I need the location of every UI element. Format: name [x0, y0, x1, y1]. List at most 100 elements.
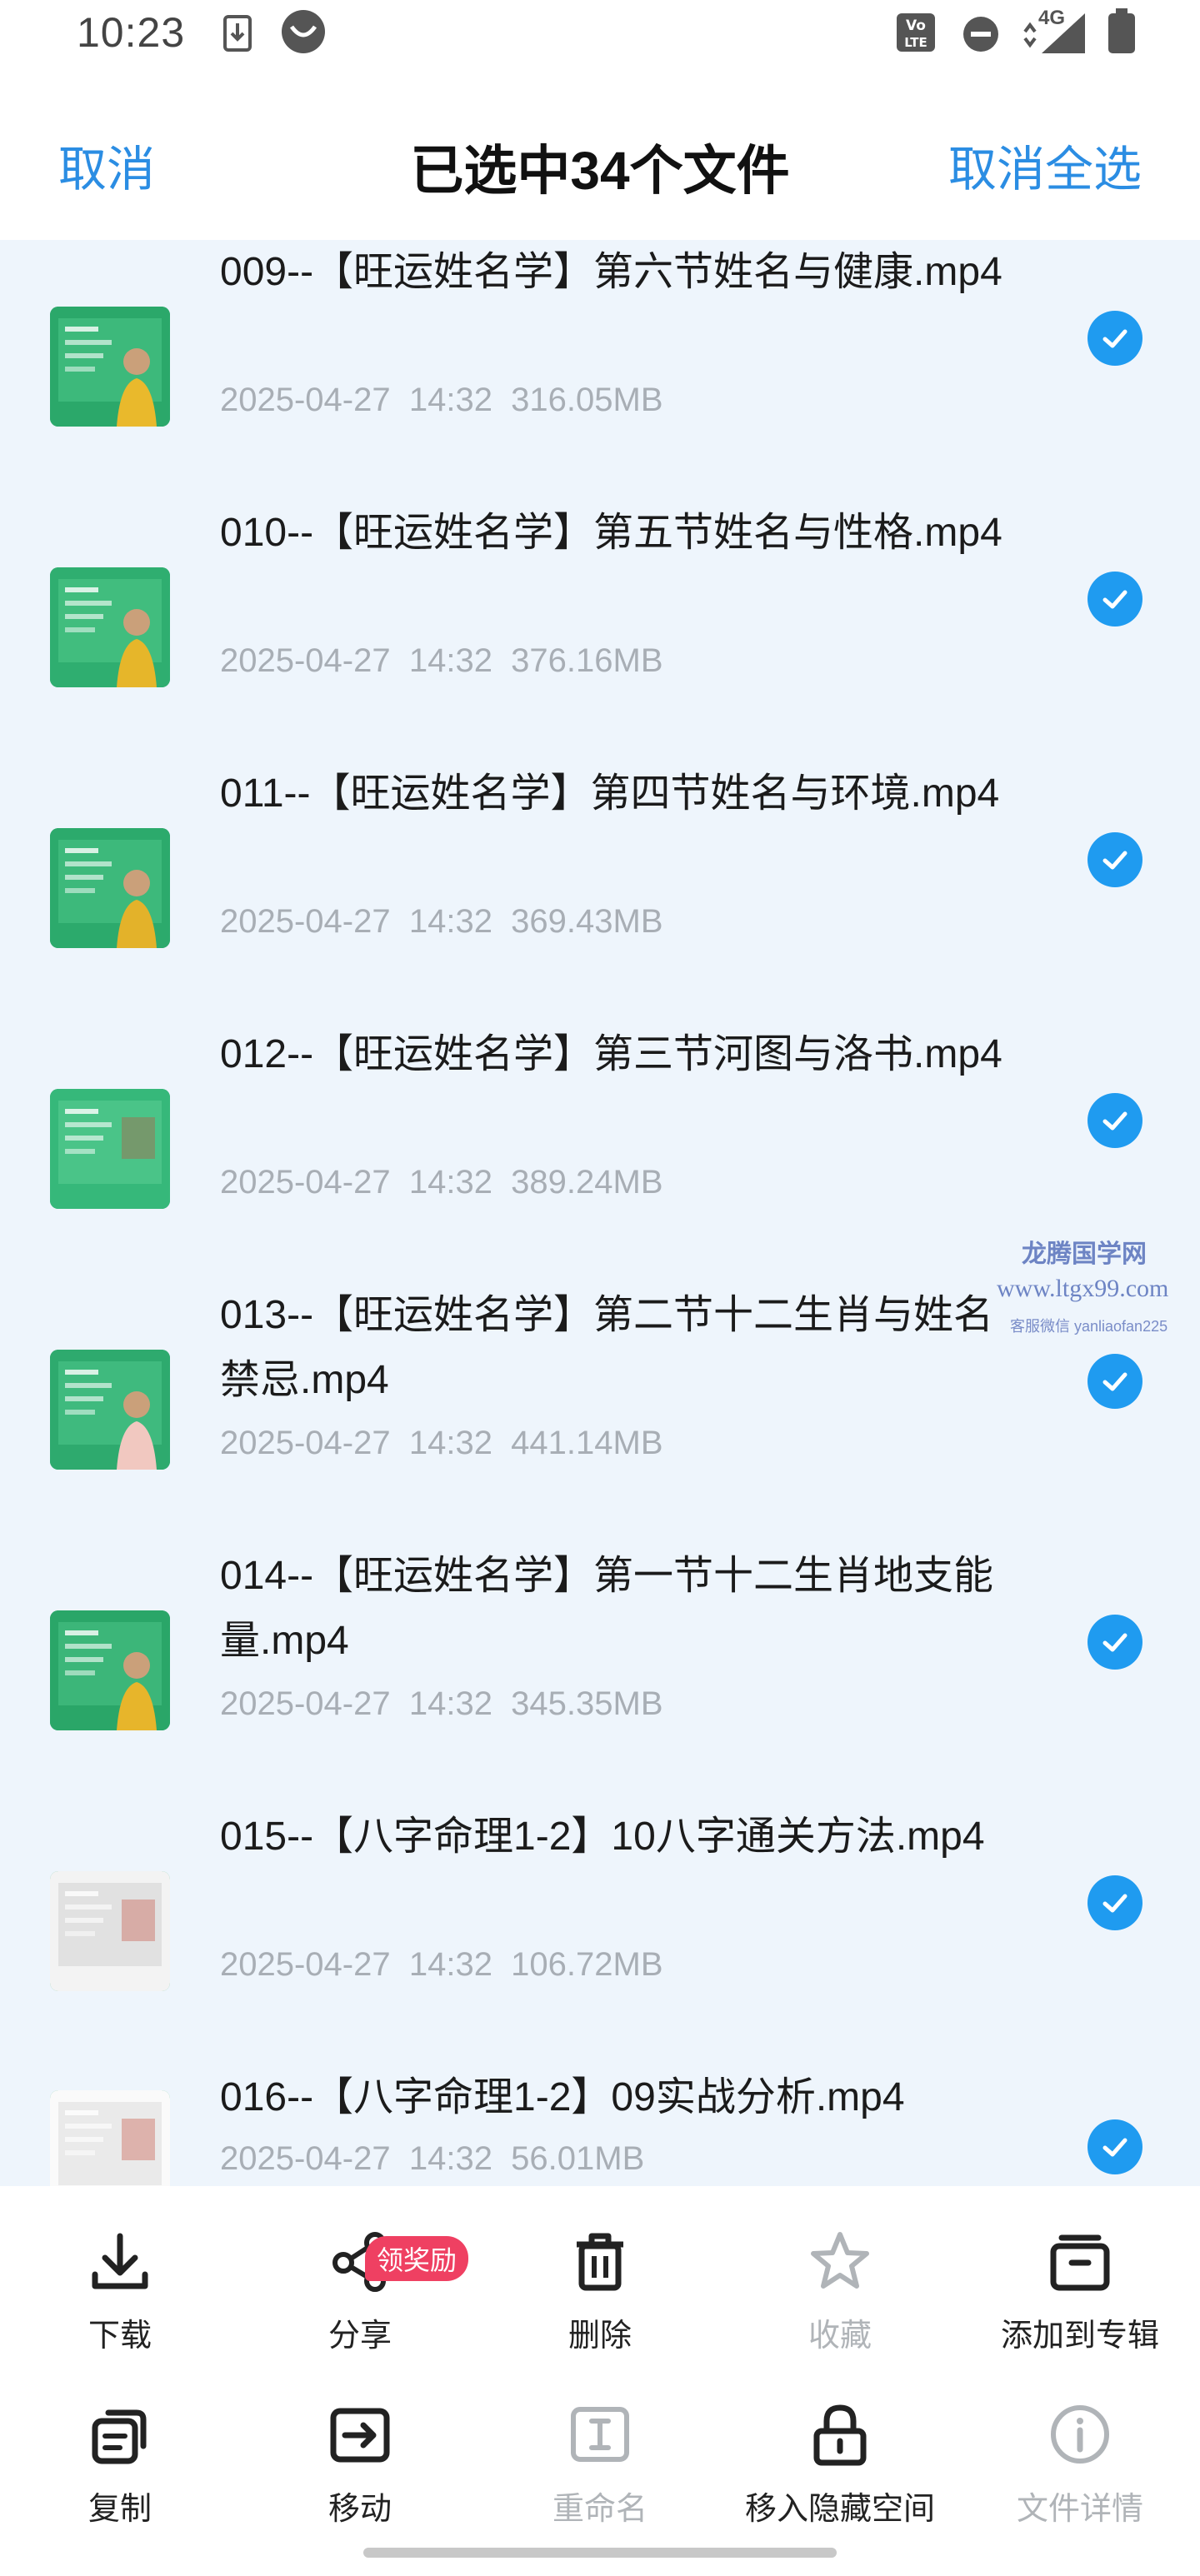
- bottom-action-bar: 下载 领奖励 分享 删除 收藏 添加到专辑 复制 移动 重命名 移入隐藏空间 文…: [0, 2186, 1200, 2576]
- delete-button[interactable]: 删除: [480, 2211, 720, 2369]
- move-button[interactable]: 移动: [240, 2384, 480, 2543]
- video-thumbnail: [50, 567, 170, 687]
- file-row[interactable]: 011--【旺运姓名学】第四节姓名与环境.mp4 2025-04-27 14:3…: [0, 711, 1200, 972]
- reward-badge: 领奖励: [365, 2236, 469, 2281]
- file-meta: 2025-04-27 14:32 345.35MB: [220, 1685, 663, 1723]
- watermark-url: www.ltgx99.com: [997, 1275, 1169, 1302]
- checkmark-icon: [1102, 2138, 1128, 2157]
- checkmark-icon: [1102, 329, 1128, 348]
- file-date: 2025-04-27 14:32: [220, 1164, 492, 1201]
- checkmark-icon: [1102, 1894, 1128, 1913]
- share-label: 分享: [328, 2319, 392, 2354]
- video-thumbnail: [50, 307, 170, 427]
- file-name: 015--【八字命理1-2】10八字通关方法.mp4: [220, 1815, 985, 1859]
- selected-checkbox[interactable]: [1088, 572, 1142, 627]
- file-name: 013--【旺运姓名学】第二节十二生肖与姓名禁忌.mp4: [220, 1293, 994, 1402]
- video-thumbnail: [50, 1871, 170, 1991]
- copy-label: 复制: [88, 2492, 152, 2527]
- file-row[interactable]: 009--【旺运姓名学】第六节姓名与健康.mp4 2025-04-27 14:3…: [0, 240, 1200, 451]
- download-button[interactable]: 下载: [0, 2211, 240, 2369]
- file-date: 2025-04-27 14:32: [220, 382, 492, 418]
- rename-button[interactable]: 重命名: [480, 2384, 720, 2543]
- file-name: 012--【旺运姓名学】第三节河图与洛书.mp4: [220, 1032, 1002, 1076]
- file-name: 010--【旺运姓名学】第五节姓名与性格.mp4: [220, 511, 1002, 555]
- file-name: 009--【旺运姓名学】第六节姓名与健康.mp4: [220, 250, 1002, 294]
- video-thumbnail: [50, 2090, 170, 2186]
- selected-checkbox[interactable]: [1088, 1875, 1142, 1930]
- home-indicator[interactable]: [363, 2548, 837, 2558]
- download-icon: [92, 2233, 148, 2289]
- app-notification-icon: [282, 10, 325, 53]
- trash-icon: [577, 2233, 623, 2291]
- selected-checkbox[interactable]: [1088, 832, 1142, 887]
- file-details-label: 文件详情: [1016, 2492, 1143, 2527]
- file-date: 2025-04-27 14:32: [220, 2140, 492, 2177]
- video-thumbnail: [50, 1089, 170, 1209]
- do-not-disturb-icon: [963, 17, 998, 52]
- download-label: 下载: [88, 2319, 152, 2354]
- selected-checkbox[interactable]: [1088, 1354, 1142, 1409]
- share-button[interactable]: 领奖励 分享: [240, 2211, 480, 2369]
- video-thumbnail: [50, 828, 170, 948]
- lock-icon: [813, 2404, 867, 2466]
- add-to-album-button[interactable]: 添加到专辑: [960, 2211, 1200, 2369]
- rename-label: 重命名: [552, 2492, 648, 2527]
- file-name: 014--【旺运姓名学】第一节十二生肖地支能量.mp4: [220, 1554, 994, 1663]
- file-date: 2025-04-27 14:32: [220, 1425, 492, 1461]
- move-icon: [330, 2408, 390, 2463]
- selection-header: 取消 已选中34个文件 取消全选: [0, 67, 1200, 240]
- checkmark-icon: [1102, 1372, 1128, 1391]
- volte-icon: Vo LTE: [897, 13, 935, 52]
- file-list-content: 009--【旺运姓名学】第六节姓名与健康.mp4 2025-04-27 14:3…: [0, 240, 1200, 2186]
- file-name: 016--【八字命理1-2】09实战分析.mp4: [220, 2075, 905, 2119]
- checkmark-icon: [1102, 590, 1128, 609]
- file-meta: 2025-04-27 14:32 376.16MB: [220, 642, 663, 680]
- rename-icon: [571, 2407, 629, 2462]
- file-date: 2025-04-27 14:32: [220, 642, 492, 679]
- selected-checkbox[interactable]: [1088, 1093, 1142, 1148]
- file-row[interactable]: 015--【八字命理1-2】10八字通关方法.mp4 2025-04-27 14…: [0, 1755, 1200, 2015]
- file-date: 2025-04-27 14:32: [220, 1946, 492, 1983]
- signal-icon: [1023, 13, 1085, 53]
- file-row[interactable]: 012--【旺运姓名学】第三节河图与洛书.mp4 2025-04-27 14:3…: [0, 972, 1200, 1233]
- checkmark-icon: [1102, 851, 1128, 870]
- file-size: 441.14MB: [511, 1425, 663, 1461]
- move-to-hidden-space-button[interactable]: 移入隐藏空间: [720, 2384, 960, 2543]
- file-meta: 2025-04-27 14:32 369.43MB: [220, 903, 663, 941]
- file-size: 106.72MB: [511, 1946, 663, 1983]
- move-to-hidden-space-label: 移入隐藏空间: [744, 2492, 935, 2527]
- video-thumbnail: [50, 1350, 170, 1470]
- file-date: 2025-04-27 14:32: [220, 903, 492, 940]
- file-meta: 2025-04-27 14:32 389.24MB: [220, 1164, 663, 1201]
- file-details-button[interactable]: 文件详情: [960, 2384, 1200, 2543]
- file-list[interactable]: 009--【旺运姓名学】第六节姓名与健康.mp4 2025-04-27 14:3…: [0, 240, 1200, 2186]
- selected-checkbox[interactable]: [1088, 1615, 1142, 1670]
- move-label: 移动: [328, 2492, 392, 2527]
- deselect-all-button[interactable]: 取消全选: [948, 130, 1142, 200]
- info-icon: [1051, 2405, 1109, 2464]
- video-thumbnail: [50, 1610, 170, 1730]
- selected-checkbox[interactable]: [1088, 311, 1142, 366]
- file-size: 56.01MB: [511, 2140, 645, 2177]
- favorite-button[interactable]: 收藏: [720, 2211, 960, 2369]
- selected-checkbox[interactable]: [1088, 2119, 1142, 2174]
- file-meta: 2025-04-27 14:32 56.01MB: [220, 2140, 644, 2178]
- watermark-contact: 客服微信 yanliaofan225: [1010, 1318, 1168, 1335]
- svg-text:Vo: Vo: [906, 17, 926, 34]
- file-row[interactable]: 013--【旺运姓名学】第二节十二生肖与姓名禁忌.mp4 2025-04-27 …: [0, 1233, 1200, 1494]
- copy-button[interactable]: 复制: [0, 2384, 240, 2543]
- file-row[interactable]: 014--【旺运姓名学】第一节十二生肖地支能量.mp4 2025-04-27 1…: [0, 1494, 1200, 1755]
- file-row[interactable]: 010--【旺运姓名学】第五节姓名与性格.mp4 2025-04-27 14:3…: [0, 451, 1200, 711]
- file-date: 2025-04-27 14:32: [220, 1685, 492, 1722]
- file-size: 376.16MB: [511, 642, 663, 679]
- battery-icon: [1108, 8, 1135, 53]
- file-meta: 2025-04-27 14:32 106.72MB: [220, 1946, 663, 1984]
- file-meta: 2025-04-27 14:32 441.14MB: [220, 1425, 663, 1462]
- download-notification-icon: [223, 15, 252, 52]
- copy-icon: [92, 2409, 147, 2464]
- file-row[interactable]: 016--【八字命理1-2】09实战分析.mp4 2025-04-27 14:3…: [0, 2015, 1200, 2186]
- status-time: 10:23: [77, 9, 186, 56]
- svg-text:LTE: LTE: [904, 35, 928, 50]
- file-size: 345.35MB: [511, 1685, 663, 1722]
- star-icon: [811, 2232, 869, 2289]
